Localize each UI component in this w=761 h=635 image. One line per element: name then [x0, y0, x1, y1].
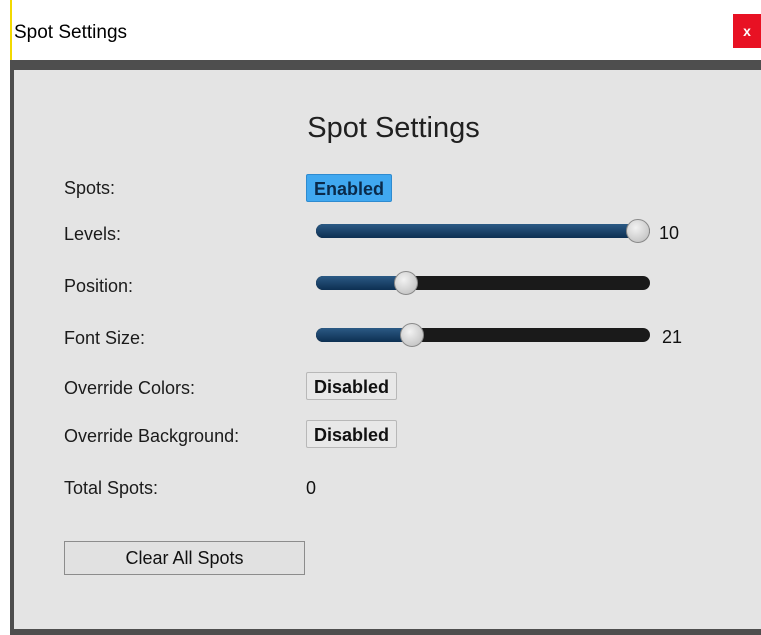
font-size-value: 21 — [662, 327, 683, 347]
font-size-slider-fill — [316, 328, 412, 342]
levels-value: 10 — [659, 223, 680, 243]
title-bar[interactable]: Spot Settings x — [0, 0, 761, 60]
close-button[interactable]: x — [733, 14, 761, 48]
override-background-label: Override Background: — [64, 426, 240, 446]
position-label: Position: — [64, 276, 134, 296]
clear-all-spots-button[interactable]: Clear All Spots — [64, 541, 305, 575]
position-slider-fill — [316, 276, 406, 290]
position-slider[interactable] — [316, 271, 650, 295]
font-size-label: Font Size: — [64, 328, 146, 348]
title-accent-bar — [10, 0, 12, 60]
panel-heading: Spot Settings — [307, 112, 480, 144]
levels-slider-fill — [316, 224, 638, 238]
levels-label: Levels: — [64, 224, 122, 244]
font-size-slider-thumb[interactable] — [399, 323, 424, 347]
override-background-toggle-button[interactable]: Disabled — [306, 420, 398, 448]
position-slider-thumb[interactable] — [393, 271, 418, 295]
font-size-slider[interactable] — [316, 323, 650, 347]
spots-label: Spots: — [64, 178, 116, 198]
total-spots-label: Total Spots: — [64, 478, 159, 498]
levels-slider-thumb[interactable] — [626, 219, 650, 243]
spots-toggle-button[interactable]: Enabled — [306, 174, 393, 202]
total-spots-value: 0 — [306, 478, 317, 498]
override-colors-toggle-button[interactable]: Disabled — [306, 372, 398, 400]
levels-slider[interactable] — [316, 219, 650, 243]
spot-settings-window: Spot Settings x Spot Settings Spots: Ena… — [0, 0, 761, 635]
override-colors-label: Override Colors: — [64, 378, 196, 398]
window-title: Spot Settings — [14, 22, 128, 43]
